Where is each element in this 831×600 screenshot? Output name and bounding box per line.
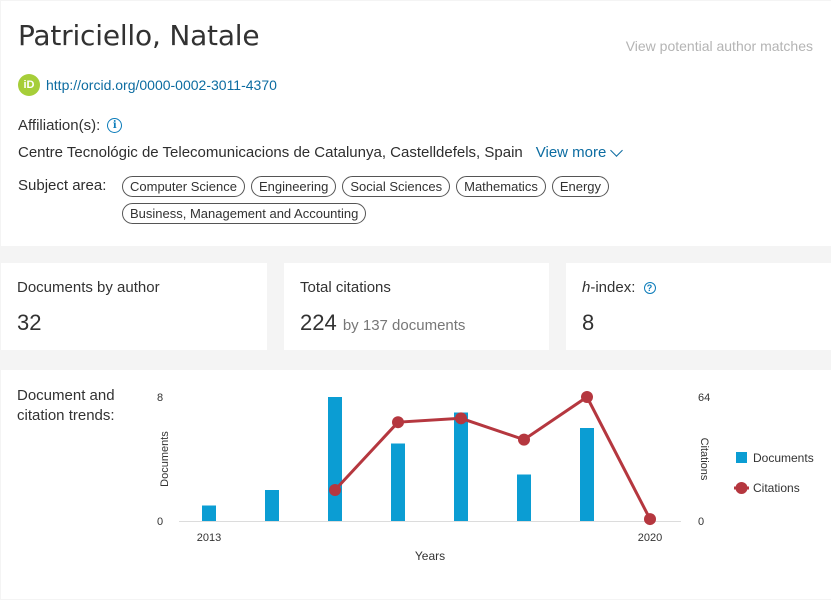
y-right-tick-label: 64 bbox=[698, 392, 710, 404]
subject-chip[interactable]: Energy bbox=[551, 176, 610, 197]
citations-label: Total citations bbox=[300, 279, 391, 296]
documents-bar bbox=[265, 490, 279, 521]
subject-chip[interactable]: Business, Management and Accounting bbox=[122, 203, 367, 224]
orcid-row: iD http://orcid.org/0000-0002-3011-4370 bbox=[18, 74, 277, 96]
y-left-tick-label: 0 bbox=[157, 516, 163, 528]
author-name: Patriciello, Natale bbox=[18, 19, 260, 52]
legend-citations-swatch bbox=[735, 482, 748, 494]
subject-chip[interactable]: Social Sciences bbox=[342, 176, 451, 197]
y-right-tick-label: 0 bbox=[698, 516, 704, 528]
chevron-down-icon bbox=[610, 144, 624, 157]
documents-bar bbox=[580, 428, 594, 521]
y-left-axis-label: Documents bbox=[159, 431, 171, 487]
subject-chip[interactable]: Mathematics bbox=[456, 176, 546, 197]
citations-value-row: 224 by 137 documents bbox=[300, 310, 465, 336]
view-more-label: View more bbox=[535, 144, 607, 161]
documents-bar bbox=[202, 505, 216, 521]
legend-citations-label: Citations bbox=[753, 481, 800, 495]
citations-point bbox=[392, 416, 404, 429]
x-tick-label: 2020 bbox=[638, 532, 662, 544]
hindex-metric-card: h-index: ? 8 bbox=[566, 263, 831, 350]
citations-metric-card: Total citations 224 by 137 documents bbox=[284, 263, 549, 350]
citations-point bbox=[644, 513, 656, 526]
info-icon[interactable]: i bbox=[107, 118, 123, 133]
documents-metric-card: Documents by author 32 bbox=[1, 263, 267, 350]
citations-point bbox=[329, 484, 341, 496]
help-icon[interactable]: ? bbox=[643, 282, 656, 294]
documents-bar bbox=[517, 474, 531, 521]
x-axis-label: Years bbox=[415, 549, 445, 563]
citations-point bbox=[455, 412, 467, 425]
affiliation-label-row: Affiliation(s): i bbox=[18, 117, 123, 134]
view-more-button[interactable]: View more bbox=[535, 144, 624, 161]
orcid-icon: iD bbox=[18, 74, 40, 96]
x-tick-label: 2013 bbox=[197, 532, 221, 544]
citations-point bbox=[581, 391, 593, 403]
subject-area-label: Subject area: bbox=[18, 177, 107, 194]
trends-card: Document and citation trends: 0 8 Document… bbox=[1, 370, 831, 599]
subject-area-chips: Computer Science Engineering Social Scienc… bbox=[122, 176, 622, 224]
author-profile-card: Patriciello, Natale View potential autho… bbox=[1, 1, 831, 246]
view-potential-matches-link[interactable]: View potential author matches bbox=[626, 38, 813, 54]
affiliation-label: Affiliation(s): bbox=[18, 117, 101, 134]
documents-bar bbox=[391, 443, 405, 521]
citations-point bbox=[518, 433, 530, 446]
subject-chip[interactable]: Engineering bbox=[250, 176, 337, 197]
citations-value[interactable]: 224 bbox=[300, 310, 337, 335]
affiliation-value: Centre Tecnológic de Telecomunicacions d… bbox=[18, 144, 523, 161]
hindex-label: -index: bbox=[590, 279, 636, 296]
y-left-tick-label: 8 bbox=[157, 392, 163, 404]
legend-documents-label: Documents bbox=[753, 451, 814, 465]
documents-label: Documents by author bbox=[17, 279, 160, 296]
hindex-label-row: h-index: ? bbox=[582, 279, 656, 296]
documents-value[interactable]: 32 bbox=[17, 310, 41, 336]
y-right-axis-label: Citations bbox=[698, 438, 710, 481]
subject-chip[interactable]: Computer Science bbox=[122, 176, 245, 197]
citations-line bbox=[333, 394, 652, 520]
trend-chart: 0 8 Documents 0 64 Citations 2013 2020 Years Docu… bbox=[157, 391, 814, 563]
orcid-link[interactable]: http://orcid.org/0000-0002-3011-4370 bbox=[46, 77, 277, 93]
documents-bar bbox=[454, 412, 468, 521]
citations-sub[interactable]: by 137 documents bbox=[343, 317, 466, 334]
legend-documents-swatch bbox=[736, 452, 747, 463]
documents-bar bbox=[328, 397, 342, 521]
hindex-value: 8 bbox=[582, 310, 595, 335]
affiliation-row: Centre Tecnológic de Telecomunicacions d… bbox=[18, 144, 624, 161]
